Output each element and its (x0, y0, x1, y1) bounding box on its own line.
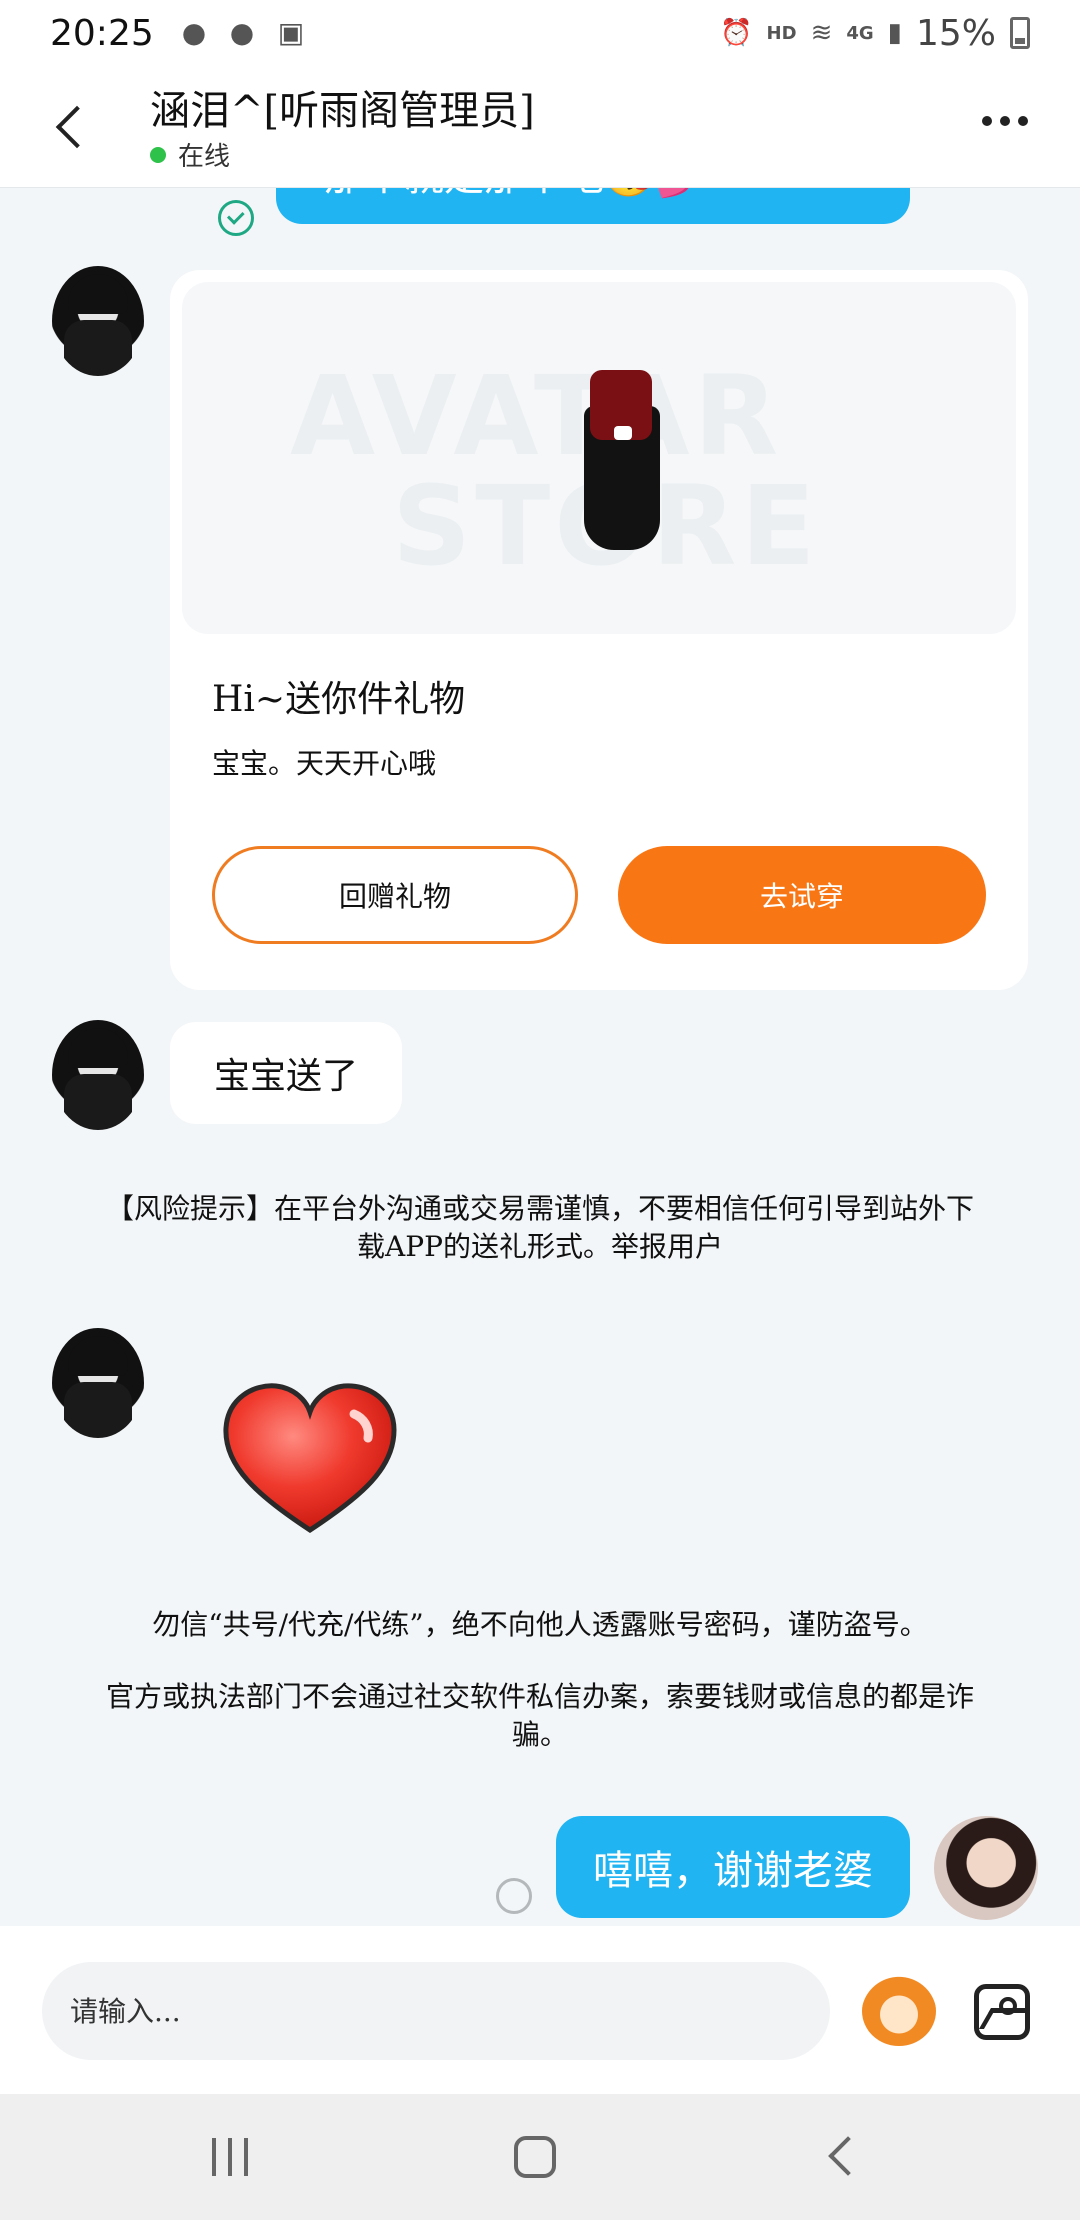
status-right: ⏰ HD ≋ 4G ▮ 15% (720, 13, 1030, 54)
gallery-icon: ▣ (277, 16, 305, 49)
risk-notice[interactable]: 【风险提示】在平台外沟通或交易需谨慎，不要相信任何引导到站外下载APP的送礼形式… (60, 1190, 1020, 1266)
avatar[interactable] (52, 1020, 144, 1130)
home-icon[interactable] (514, 2136, 556, 2178)
my-avatar[interactable] (934, 1816, 1038, 1920)
message-bubble-outgoing[interactable]: 嘻嘻，谢谢老婆 (556, 1816, 910, 1918)
return-gift-button[interactable]: 回赠礼物 (212, 846, 578, 944)
avatar[interactable] (52, 1328, 144, 1438)
signal-type: 4G (846, 22, 874, 44)
message-text: 那个就是那个吧😘💕 (324, 188, 704, 202)
recent-apps-icon[interactable] (212, 2138, 248, 2176)
online-status: 在线 (150, 136, 230, 173)
input-bar (0, 1926, 1080, 2094)
gift-title: Hi~送你件礼物 (212, 679, 466, 720)
sending-status-icon (496, 1878, 532, 1914)
back-arrow-icon[interactable] (52, 102, 92, 154)
status-time: 20:25 (50, 12, 154, 54)
image-icon[interactable] (974, 1984, 1030, 2040)
heart-icon (223, 1383, 397, 1533)
wifi-icon: ≋ (810, 18, 833, 48)
gift-image: AVATAR STORE (182, 282, 1016, 634)
check-circle-icon (218, 200, 254, 236)
online-label: 在线 (178, 142, 231, 172)
gift-card[interactable]: AVATAR STORE Hi~送你件礼物 宝宝。天天开心哦 回赠礼物 去试穿 (170, 270, 1028, 990)
avatar[interactable] (52, 266, 144, 376)
chat-header: 涵泪^[听雨阁管理员] 在线 (0, 66, 1080, 188)
more-dots-icon[interactable] (982, 116, 1028, 126)
nav-back-icon[interactable] (828, 2136, 868, 2176)
battery-icon (1010, 17, 1030, 49)
online-dot-icon (150, 146, 166, 163)
warning-notice: 勿信“共号/代充/代练”，绝不向他人透露账号密码，谨防盗号。 (152, 1608, 928, 1641)
message-input[interactable] (42, 1962, 830, 2060)
signal-icon: ▮ (887, 18, 902, 48)
warning-notice: 官方或执法部门不会通过社交软件私信办案，索要钱财或信息的都是诈骗。 (105, 1680, 974, 1751)
contact-name: 涵泪^[听雨阁管理员] (150, 88, 535, 134)
chat-area[interactable]: 那个就是那个吧😘💕 AVATAR STORE Hi~送你件礼物 宝宝。天天开心哦… (0, 188, 1080, 1926)
emoji-sticker-icon[interactable] (862, 1976, 936, 2046)
network-type: HD (766, 22, 797, 44)
status-bar: 20:25 ● ● ▣ ⏰ HD ≋ 4G ▮ 15% (0, 0, 1080, 66)
heart-sticker[interactable] (218, 1378, 402, 1540)
system-nav-bar (0, 2094, 1080, 2220)
message-bubble-incoming[interactable]: 宝宝送了 (170, 1022, 402, 1124)
gift-message: 宝宝。天天开心哦 (212, 747, 437, 780)
try-on-button[interactable]: 去试穿 (618, 846, 986, 944)
outfit-image (580, 370, 664, 550)
message-text: 宝宝送了 (213, 1056, 358, 1097)
battery-percent: 15% (915, 12, 996, 54)
notification-icons: ● ● ▣ (182, 19, 312, 47)
watermark: AVATAR (290, 352, 783, 480)
message-bubble-outgoing[interactable]: 那个就是那个吧😘💕 (276, 188, 910, 224)
alarm-icon: ⏰ (720, 18, 753, 48)
wechat-icon: ● (181, 16, 207, 49)
message-text: 嘻嘻，谢谢老婆 (593, 1848, 873, 1894)
wechat-icon: ● (229, 16, 255, 49)
